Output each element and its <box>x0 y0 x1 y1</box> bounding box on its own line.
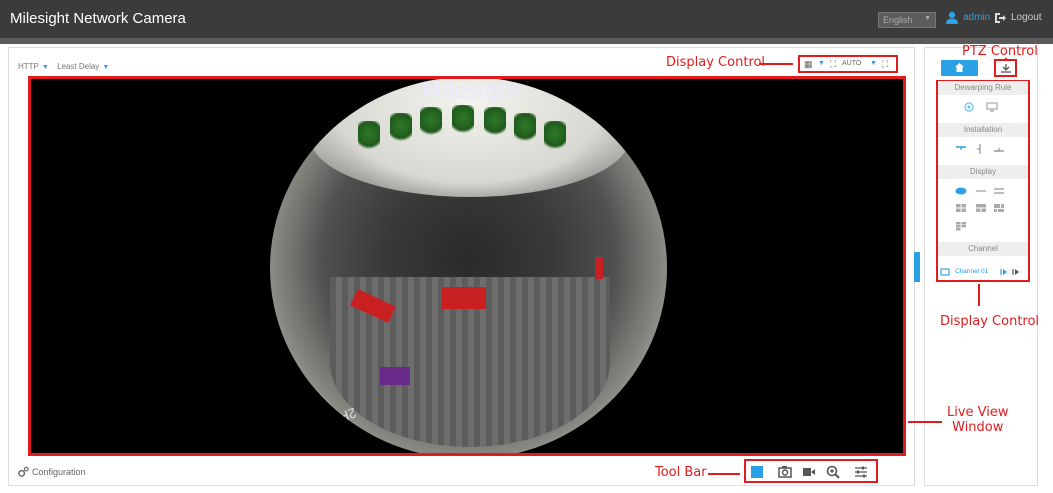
user-name-link[interactable]: admin <box>963 12 990 23</box>
panorama-split-icon[interactable] <box>975 203 987 213</box>
stream-mode-select[interactable]: Least Delay <box>57 62 99 71</box>
user-icon <box>946 11 958 24</box>
configuration-label: Configuration <box>32 467 86 477</box>
channel-select[interactable]: Channel 01 <box>955 268 988 275</box>
tool-bar <box>744 459 878 483</box>
section-installation: Installation <box>938 123 1028 137</box>
gear-icon <box>18 466 29 477</box>
annotation-arrow <box>908 421 942 423</box>
annotation-ptz-control: PTZ Control <box>962 44 1038 59</box>
display-control-toolbar: ▦ ▼ ⛶ AUTO ▼ ⛶ <box>798 55 898 73</box>
language-value: English <box>883 15 913 25</box>
double-panorama-icon[interactable] <box>993 186 1005 196</box>
home-tab-button[interactable] <box>941 60 978 76</box>
next-channel-icon[interactable] <box>1011 267 1023 277</box>
fullscreen-icon[interactable]: ⛶ <box>882 59 888 70</box>
top-strip <box>0 38 1053 44</box>
section-channel: Channel <box>938 242 1028 256</box>
annotation-display-control-top: Display Control <box>666 55 766 70</box>
chevron-down-icon[interactable]: ▼ <box>42 64 49 71</box>
camera-icon[interactable] <box>778 465 792 479</box>
zoom-in-icon[interactable] <box>826 465 840 479</box>
monitor-icon[interactable] <box>986 102 998 112</box>
live-view-window[interactable]: Milesight 2F <box>28 76 906 456</box>
red-sign <box>595 257 603 279</box>
plant <box>390 113 412 145</box>
quad-view-icon[interactable] <box>955 203 967 213</box>
side-panel-toggle[interactable] <box>914 252 920 282</box>
chevron-down-icon[interactable]: ▼ <box>102 64 109 71</box>
settings-sliders-icon[interactable] <box>854 465 868 479</box>
fit-icon[interactable]: ⛶ <box>830 59 836 70</box>
channel-icon <box>940 268 950 276</box>
floor-mat <box>380 367 410 385</box>
plant <box>514 113 536 145</box>
multi-split-icon[interactable] <box>993 203 1005 213</box>
plant <box>544 121 566 153</box>
logout-link[interactable]: Logout <box>1011 12 1042 23</box>
floor-mount-icon[interactable] <box>993 144 1005 154</box>
logout-icon[interactable] <box>994 12 1006 24</box>
plant <box>452 105 474 137</box>
annotation-arrow <box>978 284 980 306</box>
annotation-arrow <box>708 473 740 475</box>
configuration-link[interactable]: Configuration <box>18 466 86 477</box>
plant <box>484 107 506 139</box>
fisheye-mode-icon[interactable] <box>963 102 975 112</box>
chevron-down-icon[interactable]: ▼ <box>818 60 825 67</box>
annotation-live-view: Live View Window <box>947 405 1009 435</box>
section-dewarping-rule: Dewarping Rule <box>938 81 1028 95</box>
plant <box>358 121 380 153</box>
ptz-icon <box>1001 64 1011 73</box>
stream-settings: HTTP ▼ Least Delay ▼ <box>18 62 115 71</box>
logo-text: Milesight <box>422 79 521 104</box>
protocol-select[interactable]: HTTP <box>18 62 39 71</box>
home-icon <box>955 63 964 72</box>
annotation-arrow <box>759 63 793 65</box>
ceiling-mount-icon[interactable] <box>955 144 967 154</box>
original-view-icon[interactable] <box>955 186 967 196</box>
layout-icon[interactable]: ▦ <box>804 59 813 70</box>
grid-view-icon[interactable] <box>955 221 967 231</box>
plant <box>420 107 442 139</box>
red-sign <box>442 287 486 309</box>
stop-icon[interactable] <box>750 465 764 479</box>
section-display: Display <box>938 165 1028 179</box>
previous-channel-icon[interactable] <box>999 267 1011 277</box>
chevron-down-icon: ▼ <box>924 15 931 22</box>
annotation-display-control-side: Display Control <box>940 314 1040 329</box>
app-title: Milesight Network Camera <box>10 10 186 27</box>
wall-mount-icon[interactable] <box>973 144 985 154</box>
language-select[interactable]: English ▼ <box>878 12 936 28</box>
ptz-tab-button[interactable] <box>994 59 1017 77</box>
zoom-mode-label[interactable]: AUTO <box>842 60 861 67</box>
chevron-down-icon[interactable]: ▼ <box>870 60 877 67</box>
video-record-icon[interactable] <box>802 465 816 479</box>
annotation-tool-bar: Tool Bar <box>655 465 707 480</box>
panorama-icon[interactable] <box>975 186 987 196</box>
fisheye-image: Milesight 2F <box>270 79 667 453</box>
